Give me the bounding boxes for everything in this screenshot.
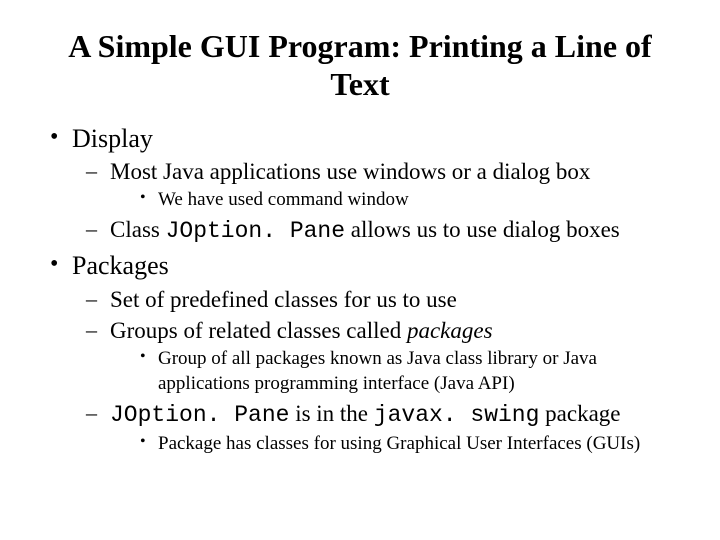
bullet-display: Display Most Java applications use windo… — [48, 122, 672, 247]
slide-title: A Simple GUI Program: Printing a Line of… — [65, 28, 655, 104]
packages-sub-2-list: Group of all packages known as Java clas… — [110, 347, 672, 396]
joptionpane-code: JOption. Pane — [166, 218, 345, 244]
bullet-list: Display Most Java applications use windo… — [48, 122, 672, 457]
packages-sublist: Set of predefined classes for us to use … — [72, 285, 672, 457]
slide: A Simple GUI Program: Printing a Line of… — [0, 0, 720, 540]
display-sub-2-pre: Class — [110, 217, 166, 242]
display-sub-1-list: We have used command window — [110, 188, 672, 213]
packages-sub-3-mid: is in the — [289, 401, 373, 426]
joptionpane-code-2: JOption. Pane — [110, 402, 289, 428]
display-sublist: Most Java applications use windows or a … — [72, 157, 672, 246]
packages-sub-3a: Package has classes for using Graphical … — [110, 432, 672, 457]
packages-sub-3-post: package — [539, 401, 620, 426]
packages-sub-3-list: Package has classes for using Graphical … — [110, 432, 672, 457]
packages-sub-1: Set of predefined classes for us to use — [72, 285, 672, 315]
packages-sub-2-ital: packages — [407, 318, 493, 343]
packages-sub-2a: Group of all packages known as Java clas… — [110, 347, 672, 396]
javax-swing-code: javax. swing — [374, 402, 540, 428]
packages-sub-2-pre: Groups of related classes called — [110, 318, 407, 343]
bullet-packages-label: Packages — [72, 251, 169, 280]
packages-sub-2: Groups of related classes called package… — [72, 316, 672, 396]
packages-sub-3: JOption. Pane is in the javax. swing pac… — [72, 399, 672, 457]
display-sub-1: Most Java applications use windows or a … — [72, 157, 672, 213]
bullet-display-label: Display — [72, 124, 153, 153]
display-sub-1-text: Most Java applications use windows or a … — [110, 159, 590, 184]
bullet-packages: Packages Set of predefined classes for u… — [48, 249, 672, 457]
display-sub-1a: We have used command window — [110, 188, 672, 213]
display-sub-2-post: allows us to use dialog boxes — [345, 217, 620, 242]
display-sub-2: Class JOption. Pane allows us to use dia… — [72, 215, 672, 247]
